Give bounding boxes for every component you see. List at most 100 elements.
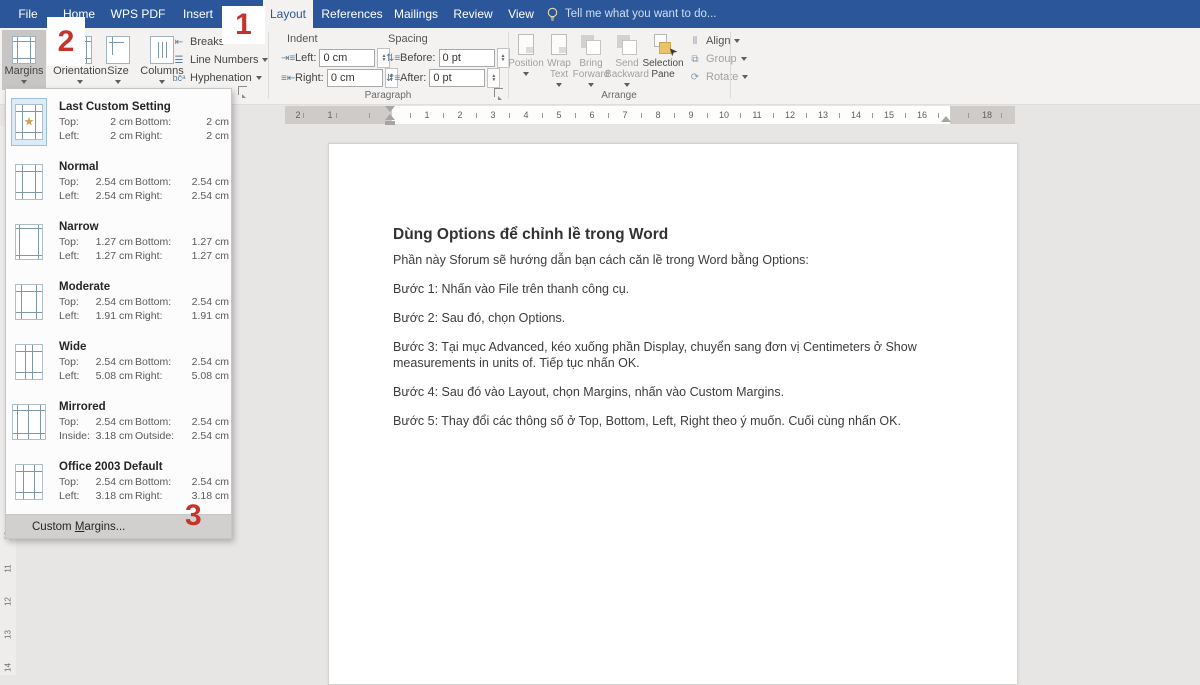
indent-left-input[interactable] bbox=[319, 49, 375, 67]
custom-margins-label: Custom Margins... bbox=[32, 521, 125, 533]
margin-preset-item[interactable]: Normal Top:2.54 cm Bottom:2.54 cm Left:2… bbox=[6, 152, 231, 212]
margins-label: Margins bbox=[4, 66, 43, 77]
arrange-small-button[interactable]: ⟳ Rotate bbox=[688, 69, 748, 85]
margin-preset-text: Normal Top:2.54 cm Bottom:2.54 cm Left:2… bbox=[59, 161, 231, 203]
arrange-small-button[interactable]: ⫴ Align bbox=[688, 33, 740, 49]
spacing-before-icon: ⇅≡ bbox=[386, 53, 400, 64]
hyphenation-label: Hyphenation bbox=[190, 72, 252, 84]
dropdown-arrow-icon bbox=[734, 39, 740, 43]
margin-preset-name: Normal bbox=[59, 161, 231, 173]
size-button[interactable]: Size bbox=[100, 30, 136, 90]
margins-button[interactable]: Margins bbox=[2, 30, 46, 90]
breaks-label: Breaks bbox=[190, 36, 224, 48]
annotation-step-1-box: 1 bbox=[222, 6, 265, 44]
ribbon-tab[interactable]: File bbox=[8, 0, 48, 28]
margin-preset-icon-cell bbox=[11, 158, 47, 206]
margin-preset-icon bbox=[15, 284, 43, 320]
margin-preset-icon-cell bbox=[11, 278, 47, 326]
margin-preset-text: Wide Top:2.54 cm Bottom:2.54 cm Left:5.0… bbox=[59, 341, 231, 383]
cursor-icon: ➤ bbox=[664, 44, 680, 59]
margin-preset-icon bbox=[15, 164, 43, 200]
ribbon-tab[interactable]: Layout bbox=[263, 0, 313, 28]
ribbon-tab[interactable]: View bbox=[503, 0, 539, 28]
indent-right-input[interactable] bbox=[327, 69, 383, 87]
margin-preset-item[interactable]: Last Custom Setting Top:2 cm Bottom:2 cm… bbox=[6, 92, 231, 152]
spacing-after-row: ⇵≡ After: ▲▼ bbox=[386, 69, 500, 87]
ribbon-tab[interactable]: Insert bbox=[176, 0, 220, 28]
arrange-small-label: Rotate bbox=[706, 71, 738, 83]
breaks-button[interactable]: ⇤ Breaks bbox=[172, 34, 224, 50]
dropdown-arrow-icon bbox=[741, 57, 747, 61]
document-paragraph: Bước 3: Tại mục Advanced, kéo xuống phần… bbox=[393, 339, 953, 371]
indent-right-row: ≡⇤ Right: ▲▼ bbox=[281, 69, 398, 87]
right-indent-marker[interactable] bbox=[941, 116, 951, 122]
annotation-step-2: 2 bbox=[58, 27, 75, 57]
document-title: Dùng Options để chỉnh lề trong Word bbox=[393, 226, 953, 244]
hyphenation-button[interactable]: bc̄ᵃ Hyphenation bbox=[172, 70, 262, 86]
ruler-text-segment: 12345678910111213141516 bbox=[392, 106, 950, 124]
margin-preset-item[interactable]: Moderate Top:2.54 cm Bottom:2.54 cm Left… bbox=[6, 272, 231, 332]
tell-me-box[interactable]: Tell me what you want to do... bbox=[546, 0, 717, 28]
ruler-number: 13 bbox=[813, 106, 833, 124]
ruler-number: 1 bbox=[417, 106, 437, 124]
arrange-small-icon: ⫴ bbox=[688, 36, 702, 47]
margin-preset-item[interactable]: Narrow Top:1.27 cm Bottom:1.27 cm Left:1… bbox=[6, 212, 231, 272]
arrange-button[interactable]: Send Backward bbox=[608, 32, 646, 90]
spacing-after-input[interactable] bbox=[429, 69, 485, 87]
arrange-button[interactable]: Position bbox=[508, 32, 544, 90]
paragraph-group-label: Paragraph bbox=[348, 90, 428, 101]
ribbon-tab[interactable]: Review bbox=[450, 0, 496, 28]
ribbon-tab[interactable]: WPS PDF bbox=[108, 0, 168, 28]
indent-right-label: Right: bbox=[295, 72, 324, 84]
indent-right-icon: ≡⇤ bbox=[281, 73, 295, 84]
margin-preset-name: Mirrored bbox=[59, 401, 231, 413]
tell-me-label: Tell me what you want to do... bbox=[565, 8, 717, 20]
ruler-number: 10 bbox=[714, 106, 734, 124]
margin-preset-values-row1: Top:2.54 cm Bottom:2.54 cm bbox=[59, 355, 231, 369]
indent-left-row: ⇥≡ Left: ▲▼ bbox=[281, 49, 390, 67]
ruler-number: 8 bbox=[648, 106, 668, 124]
margin-preset-icon-cell bbox=[11, 398, 47, 446]
spacing-before-label: Before: bbox=[400, 52, 435, 64]
spacing-after-stepper[interactable]: ▲▼ bbox=[487, 68, 500, 88]
arrange-button-icon bbox=[548, 34, 570, 56]
document-page[interactable]: Dùng Options để chỉnh lề trong Word Phần… bbox=[328, 143, 1018, 685]
ribbon-tab[interactable]: Mailings bbox=[390, 0, 442, 28]
margin-preset-values-row1: Top:2.54 cm Bottom:2.54 cm bbox=[59, 475, 231, 489]
margin-preset-item[interactable]: Mirrored Top:2.54 cm Bottom:2.54 cm Insi… bbox=[6, 392, 231, 452]
margin-preset-name: Last Custom Setting bbox=[59, 101, 231, 113]
dropdown-arrow-icon bbox=[159, 80, 165, 84]
hanging-indent-marker[interactable] bbox=[385, 114, 395, 125]
word-window: { "tabs": [ {"label":"File"}, {"label":"… bbox=[0, 0, 1200, 675]
dropdown-arrow-icon bbox=[742, 75, 748, 79]
size-label: Size bbox=[107, 66, 128, 77]
margin-preset-icon bbox=[15, 224, 43, 260]
margin-preset-text: Mirrored Top:2.54 cm Bottom:2.54 cm Insi… bbox=[59, 401, 231, 443]
ribbon-tab[interactable]: References bbox=[320, 0, 384, 28]
margin-preset-name: Wide bbox=[59, 341, 231, 353]
margin-preset-text: Office 2003 Default Top:2.54 cm Bottom:2… bbox=[59, 461, 231, 503]
margin-preset-values-row1: Top:2.54 cm Bottom:2.54 cm bbox=[59, 175, 231, 189]
dropdown-arrow-icon bbox=[624, 83, 630, 87]
ruler-number: 11 bbox=[4, 559, 13, 579]
margin-preset-item[interactable]: Wide Top:2.54 cm Bottom:2.54 cm Left:5.0… bbox=[6, 332, 231, 392]
page-setup-dialog-launcher[interactable] bbox=[238, 86, 247, 95]
margin-preset-text: Last Custom Setting Top:2 cm Bottom:2 cm… bbox=[59, 101, 231, 143]
paragraph-dialog-launcher[interactable] bbox=[494, 88, 503, 97]
annotation-step-2-box: 2 bbox=[47, 17, 85, 66]
line-numbers-button[interactable]: ☰ Line Numbers bbox=[172, 52, 268, 68]
spacing-after-icon: ⇵≡ bbox=[386, 73, 400, 84]
first-line-indent-marker[interactable] bbox=[385, 106, 395, 112]
indent-left-label: Left: bbox=[295, 52, 316, 64]
left-indent-box bbox=[385, 121, 395, 125]
arrange-small-button[interactable]: ⧉ Group bbox=[688, 51, 747, 67]
arrange-small-icon: ⧉ bbox=[688, 54, 702, 65]
margin-preset-icon-cell bbox=[11, 338, 47, 386]
group-separator bbox=[730, 32, 731, 98]
columns-icon bbox=[150, 36, 174, 64]
arrange-button-icon bbox=[515, 34, 537, 56]
document-paragraph: Bước 2: Sau đó, chọn Options. bbox=[393, 310, 953, 326]
spacing-before-input[interactable] bbox=[439, 49, 495, 67]
arrange-button[interactable]: ➤ Selection Pane bbox=[644, 32, 682, 90]
ruler-left-margin-segment: 21 bbox=[285, 106, 392, 124]
